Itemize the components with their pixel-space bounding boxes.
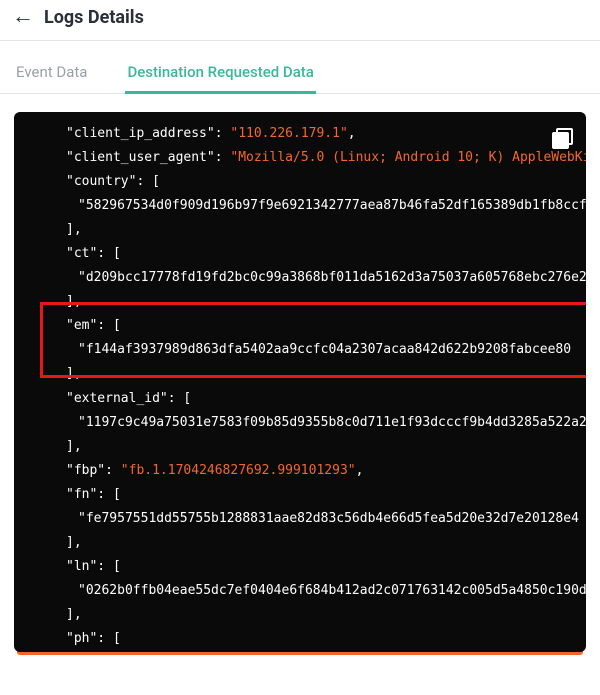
- json-key: "external_id": [: [48, 387, 586, 411]
- json-punct: ],: [48, 362, 586, 386]
- json-punct: ],: [48, 603, 586, 627]
- page-title: Logs Details: [44, 7, 144, 28]
- code-panel: "client_ip_address": "110.226.179.1", "c…: [14, 112, 586, 652]
- back-icon[interactable]: ←: [12, 6, 34, 28]
- json-value: "fb.1.1704246827692.999101293": [121, 463, 356, 478]
- json-key: "em": [: [48, 314, 586, 338]
- json-key: "client_ip_address":: [66, 126, 230, 141]
- json-value: "Mozilla/5.0 (Linux; Android 10; K) Appl…: [230, 150, 586, 165]
- json-key: "fbp":: [66, 463, 121, 478]
- json-value: "582967534d0f909d196b97f9e6921342777aea8…: [48, 194, 586, 218]
- json-value: "d209bcc17778fd19fd2bc0c99a3868bf011da51…: [48, 266, 586, 290]
- json-punct: ],: [48, 435, 586, 459]
- json-key: "country": [: [48, 170, 586, 194]
- json-key: "ct": [: [48, 242, 586, 266]
- json-key: "ln": [: [48, 555, 586, 579]
- copy-icon[interactable]: [552, 128, 572, 148]
- json-value: "f144af3937989d863dfa5402aa9ccfc04a2307a…: [48, 338, 586, 362]
- json-value: "1197c9c49a75031e7583f09b85d9355b8c0d711…: [48, 411, 586, 435]
- json-key: "fn": [: [48, 483, 586, 507]
- tabs: Event Data Destination Requested Data: [0, 41, 600, 94]
- json-value: "0262b0ffb04eae55dc7ef0404e6f684b412ad2c…: [48, 579, 586, 603]
- tab-destination-requested-data[interactable]: Destination Requested Data: [127, 63, 313, 93]
- json-key: "client_user_agent":: [66, 150, 230, 165]
- json-value: "fe7957551dd55755b1288831aae82d83c56db4e…: [48, 507, 586, 531]
- json-punct: ],: [48, 290, 586, 314]
- json-key: "ph": [: [48, 627, 586, 651]
- json-punct: ],: [48, 531, 586, 555]
- tab-event-data[interactable]: Event Data: [16, 63, 87, 93]
- json-punct: ],: [48, 218, 586, 242]
- json-value: "110.226.179.1": [230, 126, 347, 141]
